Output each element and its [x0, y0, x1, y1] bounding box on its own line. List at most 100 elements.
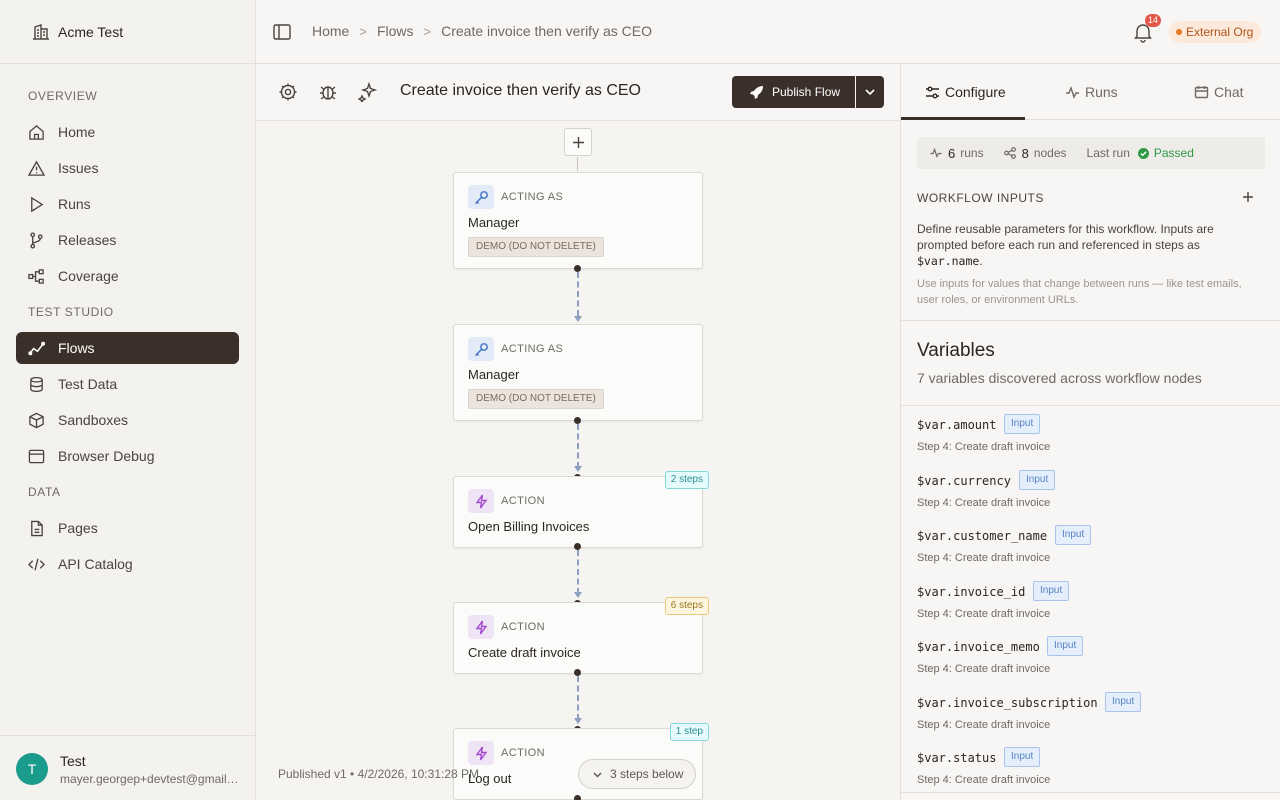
config-panel: Configure Runs Chat 6 runs 8 nodes Last … [900, 64, 1280, 800]
publish-options-button[interactable] [856, 76, 884, 108]
add-node-button[interactable] [564, 128, 592, 156]
flow-node-acting-as-1[interactable]: ACTING AS Manager DEMO (DO NOT DELETE) [453, 172, 703, 269]
steps-badge: 1 step [669, 723, 709, 741]
building-icon [33, 23, 49, 40]
variable-item[interactable]: $var.amount Input Step 4: Create draft i… [917, 414, 1257, 458]
sidebar-item-browser-debug[interactable]: Browser Debug [16, 440, 239, 472]
variable-item[interactable]: $var.currency Input Step 4: Create draft… [917, 470, 1257, 514]
tab-chat[interactable]: Chat [1194, 64, 1244, 120]
sidebar-item-issues[interactable]: Issues [16, 152, 239, 184]
database-icon [30, 376, 43, 392]
sidebar-item-test-data[interactable]: Test Data [16, 368, 239, 400]
user-name: Test [60, 753, 86, 769]
sidebar-item-api-catalog[interactable]: API Catalog [16, 548, 239, 580]
nodes-icon [1003, 147, 1016, 159]
activity-icon [1066, 85, 1079, 99]
variable-item[interactable]: $var.invoice_memo Input Step 4: Create d… [917, 636, 1257, 680]
breadcrumb-home[interactable]: Home [312, 23, 349, 39]
runs-count: 6 [948, 145, 956, 161]
sidebar-item-releases[interactable]: Releases [16, 224, 239, 256]
variable-name: $var.invoice_subscription [917, 696, 1098, 710]
org-switcher[interactable]: Acme Test [0, 0, 255, 64]
flow-node-action-create-draft[interactable]: ACTION Create draft invoice 6 steps [453, 597, 709, 674]
node-tag: DEMO (DO NOT DELETE) [468, 237, 604, 257]
publish-flow-label: Publish Flow [772, 85, 841, 99]
sidebar-item-label: Flows [58, 340, 95, 356]
sidebar-item-coverage[interactable]: Coverage [16, 260, 239, 292]
breadcrumb-flows[interactable]: Flows [377, 23, 414, 39]
variable-item[interactable]: $var.customer_name Input Step 4: Create … [917, 525, 1257, 569]
variable-badge: Input [1004, 747, 1041, 767]
sidebar-item-flows[interactable]: Flows [16, 332, 239, 364]
activity-icon [930, 147, 942, 159]
section-overview: OVERVIEW [28, 89, 98, 103]
node-icon-box [468, 337, 494, 361]
variable-item[interactable]: $var.invoice_subscription Input Step 4: … [917, 692, 1257, 736]
avatar: T [16, 753, 48, 785]
node-title: Manager [468, 215, 520, 230]
file-icon [31, 520, 43, 536]
steps-below-button[interactable]: 3 steps below [578, 759, 696, 789]
node-icon-box [468, 489, 494, 513]
browser-icon [28, 449, 45, 463]
last-run-status[interactable]: Passed [1154, 146, 1194, 160]
bug-icon[interactable] [318, 82, 338, 102]
sidebar-item-pages[interactable]: Pages [16, 512, 239, 544]
lightning-icon [475, 494, 487, 508]
tab-configure[interactable]: Configure [925, 64, 1006, 120]
variable-badge: Input [1047, 636, 1084, 656]
code-icon [28, 558, 45, 570]
variable-step: Step 4: Create draft invoice [917, 663, 1051, 675]
variable-badge: Input [1033, 581, 1070, 601]
org-badge[interactable]: External Org [1169, 21, 1262, 43]
node-handle[interactable] [574, 417, 581, 424]
steps-badge: 2 steps [664, 471, 709, 489]
sparkle-icon[interactable] [358, 82, 378, 102]
arrow-down-icon [574, 592, 582, 598]
sidebar-item-home[interactable]: Home [16, 116, 239, 148]
node-icon-box [468, 185, 494, 209]
node-title: Manager [468, 367, 520, 382]
edge [577, 676, 579, 720]
edge-top [577, 157, 578, 171]
sidebar-item-label: API Catalog [58, 556, 133, 572]
steps-badge: 6 steps [664, 597, 709, 615]
flow-title: Create invoice then verify as CEO [400, 82, 641, 99]
flow-stats-bar: 6 runs 8 nodes Last run Passed [917, 137, 1265, 169]
variable-name: $var.customer_name [917, 529, 1048, 543]
add-input-icon[interactable] [1241, 190, 1255, 204]
key-icon [474, 190, 488, 204]
flow-node-acting-as-2[interactable]: ACTING AS Manager DEMO (DO NOT DELETE) [453, 324, 703, 421]
flow-node-action-open-billing[interactable]: ACTION Open Billing Invoices 2 steps [453, 471, 709, 548]
node-handle[interactable] [574, 669, 581, 676]
section-data: DATA [28, 485, 61, 499]
sidebar-item-sandboxes[interactable]: Sandboxes [16, 404, 239, 436]
variable-item[interactable]: $var.status Input Step 4: Create draft i… [917, 747, 1257, 791]
variable-item[interactable]: $var.invoice_id Input Step 4: Create dra… [917, 581, 1257, 625]
tab-runs[interactable]: Runs [1065, 64, 1118, 120]
node-type: ACTION [501, 621, 545, 633]
nodes-label: nodes [1033, 146, 1067, 160]
sliders-icon [926, 86, 939, 98]
home-icon [29, 124, 44, 140]
section-test-studio: TEST STUDIO [28, 305, 114, 319]
branch-icon [30, 231, 43, 249]
publish-flow-button[interactable]: Publish Flow [732, 76, 855, 108]
node-icon-box [468, 615, 494, 639]
node-type: ACTING AS [501, 191, 564, 203]
node-handle[interactable] [574, 265, 581, 272]
settings-icon[interactable] [278, 82, 298, 102]
active-tab-indicator [901, 117, 1025, 120]
variable-name: $var.status [917, 751, 997, 765]
nodes-count: 8 [1021, 145, 1029, 161]
key-icon [474, 342, 488, 356]
node-handle[interactable] [574, 795, 581, 800]
node-type: ACTION [501, 495, 545, 507]
flow-canvas[interactable]: Create invoice then verify as CEO Publis… [256, 64, 900, 800]
sidebar-toggle-icon[interactable] [272, 22, 292, 42]
node-handle[interactable] [574, 543, 581, 550]
user-menu[interactable]: T Test mayer.georgep+devtest@gmail.com [0, 735, 255, 800]
sidebar-item-runs[interactable]: Runs [16, 188, 239, 220]
tab-label: Configure [945, 84, 1006, 100]
notification-count-badge: 14 [1145, 14, 1162, 27]
